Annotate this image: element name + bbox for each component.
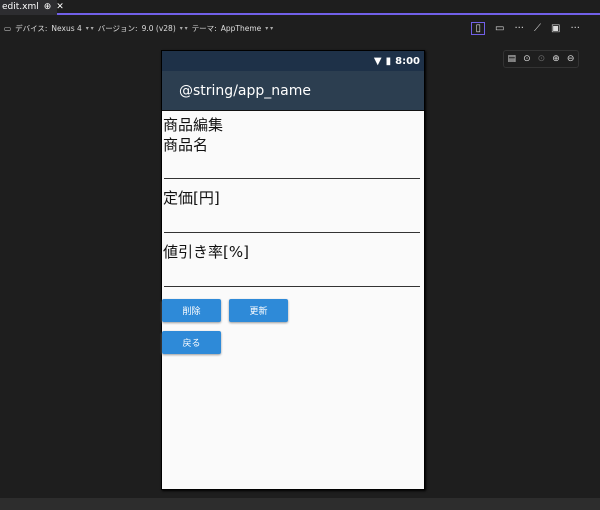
- app-bar-title: @string/app_name: [162, 71, 424, 111]
- battery-icon: ▮: [385, 55, 392, 67]
- device-preview: ▼ ▮ 8:00 @string/app_name 商品編集 商品名 定価[円]…: [161, 50, 425, 490]
- version-dropdown-icon[interactable]: ▾ ▾: [180, 25, 188, 32]
- device-dropdown-icon[interactable]: ▾ ▾: [86, 25, 94, 32]
- back-button[interactable]: 戻る: [162, 331, 221, 354]
- fit-icon[interactable]: ▤: [508, 54, 517, 64]
- wifi-icon: ▼: [373, 55, 382, 67]
- zoom-actual-icon[interactable]: ⊙: [538, 54, 546, 64]
- page-heading: 商品編集: [163, 116, 224, 134]
- document-tabbar: edit.xml ⊕ ✕: [0, 0, 600, 15]
- name-input[interactable]: [164, 178, 420, 179]
- discount-label: 値引き率[%]: [163, 243, 249, 261]
- toolbar-right: ▯ ▭ ··· ⟋ ▣ ···: [471, 17, 600, 39]
- portrait-icon[interactable]: ▯: [471, 21, 485, 35]
- brush-icon[interactable]: ⟋: [534, 23, 541, 34]
- close-icon[interactable]: ✕: [56, 2, 64, 15]
- pin-icon[interactable]: ⊕: [44, 2, 52, 15]
- version-label: バージョン:: [97, 23, 138, 33]
- theme-label: テーマ:: [191, 23, 217, 33]
- landscape-icon[interactable]: ▭: [495, 23, 504, 34]
- discount-input[interactable]: [164, 286, 420, 287]
- tab-edit-xml[interactable]: edit.xml ⊕ ✕: [0, 0, 64, 15]
- horizontal-scrollbar[interactable]: [0, 498, 600, 510]
- device-select[interactable]: Nexus 4: [51, 24, 81, 33]
- price-input[interactable]: [164, 232, 420, 233]
- vertical-scrollbar[interactable]: [589, 25, 600, 500]
- name-label: 商品名: [163, 136, 209, 154]
- zoom-out-icon[interactable]: ⊖: [567, 54, 575, 64]
- delete-button[interactable]: 削除: [162, 299, 221, 322]
- status-bar: ▼ ▮ 8:00: [162, 51, 424, 71]
- status-time: 8:00: [395, 55, 420, 67]
- device-label: デバイス:: [15, 23, 48, 33]
- layout-icon[interactable]: ▣: [551, 23, 560, 34]
- theme-select[interactable]: AppTheme: [221, 24, 262, 33]
- price-label: 定価[円]: [163, 189, 220, 207]
- device-icon: ▭: [4, 23, 12, 33]
- theme-dropdown-icon[interactable]: ▾ ▾: [265, 25, 273, 32]
- update-button[interactable]: 更新: [229, 299, 288, 322]
- tab-title: edit.xml: [2, 2, 39, 12]
- more-icon-2[interactable]: ···: [570, 23, 580, 34]
- zoom-in-icon[interactable]: ⊕: [552, 54, 560, 64]
- version-select[interactable]: 9.0 (v28): [142, 24, 176, 33]
- zoom-controls: ▤ ⊙ ⊙ ⊕ ⊖: [503, 50, 579, 68]
- zoom-fit-icon[interactable]: ⊙: [523, 54, 531, 64]
- more-icon[interactable]: ···: [514, 23, 524, 34]
